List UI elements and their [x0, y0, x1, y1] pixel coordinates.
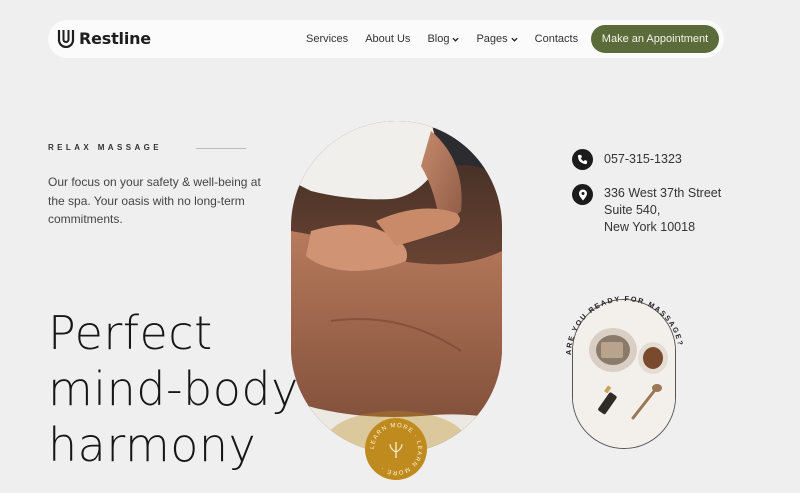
nav-label: Pages: [476, 33, 508, 45]
phone-number: 057-315-1323: [604, 152, 682, 166]
logo-text: Restline: [79, 28, 151, 48]
nav-item-blog[interactable]: Blog: [427, 33, 460, 45]
nav-label: About Us: [365, 33, 411, 45]
eyebrow-divider: [196, 148, 246, 149]
contact-phone[interactable]: 057-315-1323: [572, 149, 682, 170]
headline-line-2: mind-body: [48, 362, 299, 416]
leaf-icon: [389, 442, 403, 458]
arch-circular-text-graphic: ARE YOU READY FOR MASSAGE?: [564, 294, 685, 355]
chevron-down-icon: [452, 37, 460, 42]
phone-icon: [572, 149, 593, 170]
location-pin-icon: [572, 184, 593, 205]
massage-promo-card[interactable]: ARE YOU READY FOR MASSAGE?: [560, 285, 690, 465]
nav-item-about-us[interactable]: About Us: [365, 33, 410, 45]
nav-label: Services: [306, 33, 349, 45]
nav-item-services[interactable]: Services: [306, 33, 348, 45]
header-bar: Restline Services About Us Blog Pages Co…: [48, 20, 724, 58]
contact-address: 336 West 37th Street Suite 540, New York…: [572, 184, 721, 236]
svg-text:ARE YOU READY FOR MASSAGE?: ARE YOU READY FOR MASSAGE?: [564, 294, 685, 355]
learn-more-badge[interactable]: LEARN MORE · LEARN MORE ·: [365, 418, 427, 480]
logo-mark-icon: [57, 30, 75, 48]
logo[interactable]: Restline: [57, 28, 151, 48]
nav-item-contacts[interactable]: Contacts: [535, 33, 578, 45]
learn-more-badge-graphic: LEARN MORE · LEARN MORE ·: [370, 423, 421, 475]
headline-line-3: harmony: [48, 418, 257, 472]
chevron-down-icon: [511, 37, 518, 42]
address-line-3: New York 10018: [604, 220, 696, 234]
headline-line-1: Perfect: [48, 306, 213, 360]
nav-label: Contacts: [534, 33, 579, 45]
make-appointment-button[interactable]: Make an Appointment: [591, 25, 719, 53]
arch-circular-text: ARE YOU READY FOR MASSAGE?: [564, 294, 684, 355]
address-text: 336 West 37th Street Suite 540, New York…: [604, 185, 721, 236]
main-nav: Services About Us Blog Pages Contacts: [306, 20, 595, 58]
nav-label: Blog: [427, 33, 450, 45]
address-line-1: 336 West 37th Street: [604, 186, 722, 200]
massage-photo: [291, 121, 502, 453]
intro-text: Our focus on your safety & well-being at…: [48, 175, 261, 226]
eyebrow-label: RELAX MASSAGE: [48, 143, 162, 152]
hero-headline: Perfect mind-body harmony: [48, 305, 299, 473]
massage-illustration: [291, 121, 502, 453]
nav-item-pages[interactable]: Pages: [476, 33, 518, 45]
address-line-2: Suite 540,: [604, 203, 661, 217]
